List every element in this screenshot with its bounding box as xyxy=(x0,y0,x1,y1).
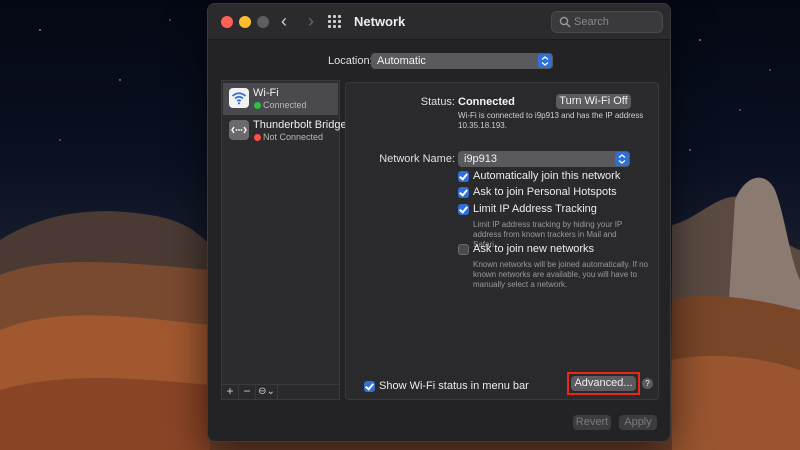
service-item-thunderbolt-bridge[interactable]: Thunderbolt Bridge Not Connected xyxy=(223,115,347,147)
wifi-icon xyxy=(229,88,249,108)
status-dot xyxy=(254,102,261,109)
location-label: Location: xyxy=(328,55,373,67)
auto-join-checkbox[interactable] xyxy=(458,171,469,182)
apply-button[interactable]: Apply xyxy=(619,415,657,430)
revert-button[interactable]: Revert xyxy=(573,415,611,430)
status-value: Connected xyxy=(458,96,515,108)
network-name-value: i9p913 xyxy=(464,153,498,165)
popup-chevron-icon xyxy=(615,152,629,166)
search-icon xyxy=(559,16,571,28)
network-service-list: Wi-Fi Connected Thunderbolt Bridge Not C… xyxy=(221,80,347,400)
limit-ip-tracking-checkbox[interactable] xyxy=(458,204,469,215)
show-wifi-status-label: Show Wi-Fi status in menu bar xyxy=(379,380,529,392)
highlight-box xyxy=(567,372,640,395)
status-description: Wi-Fi is connected to i9p913 and has the… xyxy=(458,111,644,130)
wifi-detail-panel: Status: Connected Turn Wi-Fi Off Wi-Fi i… xyxy=(345,82,659,400)
forward-chevron-icon[interactable]: › xyxy=(300,11,322,33)
service-name: Wi-Fi xyxy=(253,87,279,99)
close-window-button[interactable] xyxy=(221,16,233,28)
back-chevron-icon[interactable]: ‹ xyxy=(273,11,295,33)
ask-hotspots-label: Ask to join Personal Hotspots xyxy=(473,186,617,198)
title-bar: ‹ › Network xyxy=(208,4,670,40)
ask-hotspots-checkbox[interactable] xyxy=(458,187,469,198)
location-value: Automatic xyxy=(377,55,426,67)
service-status: Connected xyxy=(263,100,307,110)
help-button[interactable]: ? xyxy=(642,378,653,389)
zoom-window-button[interactable] xyxy=(257,16,269,28)
network-name-label: Network Name: xyxy=(379,153,455,165)
service-status: Not Connected xyxy=(263,132,324,142)
show-all-grid-icon[interactable] xyxy=(328,15,342,29)
network-preferences-window: ‹ › Network Location: Automatic xyxy=(207,3,671,442)
search-field[interactable] xyxy=(551,11,663,33)
service-list-toolbar: + − ⊖⌄ xyxy=(222,384,339,399)
service-name: Thunderbolt Bridge xyxy=(253,119,347,131)
auto-join-label: Automatically join this network xyxy=(473,170,621,182)
network-name-popup[interactable]: i9p913 xyxy=(458,151,630,167)
status-dot xyxy=(254,134,261,141)
minimize-window-button[interactable] xyxy=(239,16,251,28)
ask-join-hint: Known networks will be joined automatica… xyxy=(473,260,649,289)
search-input[interactable] xyxy=(574,14,658,30)
show-wifi-status-checkbox[interactable] xyxy=(364,381,375,392)
popup-chevron-icon xyxy=(538,54,552,68)
service-action-menu-button[interactable]: ⊖⌄ xyxy=(256,385,278,399)
location-popup[interactable]: Automatic xyxy=(371,53,553,69)
window-title: Network xyxy=(354,14,406,29)
thunderbolt-bridge-icon xyxy=(229,120,249,140)
limit-ip-tracking-label: Limit IP Address Tracking xyxy=(473,203,597,215)
service-item-wifi[interactable]: Wi-Fi Connected xyxy=(223,83,338,115)
ask-new-networks-label: Ask to join new networks xyxy=(473,243,595,255)
remove-service-button[interactable]: − xyxy=(239,385,256,399)
ask-new-networks-checkbox[interactable] xyxy=(458,244,469,255)
turn-wifi-off-button[interactable]: Turn Wi-Fi Off xyxy=(556,94,631,109)
status-label: Status: xyxy=(420,96,455,108)
add-service-button[interactable]: + xyxy=(222,385,239,399)
